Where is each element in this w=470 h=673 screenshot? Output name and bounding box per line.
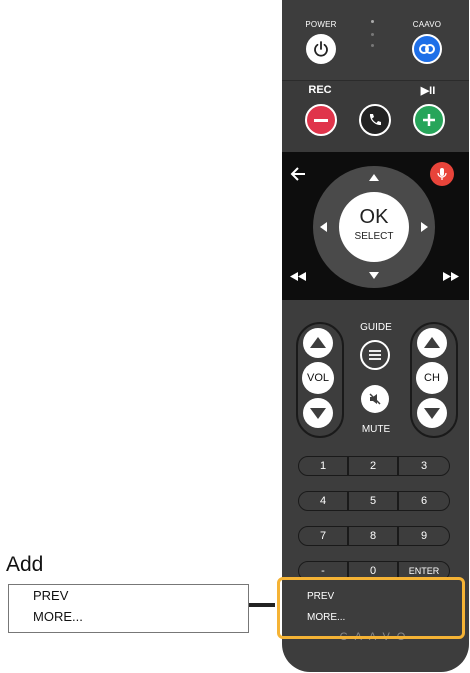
key-1[interactable]: 1	[298, 456, 348, 476]
status-light	[371, 44, 374, 47]
key-6[interactable]: 6	[398, 491, 450, 511]
volume-down-button[interactable]	[303, 398, 333, 428]
minus-icon	[314, 118, 328, 122]
selection-highlight	[277, 577, 465, 639]
up-triangle-icon	[310, 337, 326, 348]
mute-button[interactable]	[361, 385, 389, 413]
key-4[interactable]: 4	[298, 491, 348, 511]
caavo-button[interactable]	[412, 34, 442, 64]
add-button[interactable]	[413, 104, 445, 136]
channel-up-button[interactable]	[417, 328, 447, 358]
back-arrow-icon[interactable]	[289, 166, 307, 182]
mute-label: MUTE	[361, 424, 391, 435]
voice-button[interactable]	[430, 162, 454, 186]
power-button[interactable]	[306, 34, 336, 64]
add-panel-list: PREV MORE...	[8, 584, 249, 633]
plus-icon	[423, 114, 435, 126]
select-label: SELECT	[354, 231, 394, 242]
vol-label: VOL	[302, 362, 334, 394]
down-arrow-icon[interactable]	[369, 272, 379, 279]
phone-icon	[369, 114, 381, 126]
status-light	[371, 20, 374, 23]
guide-label: GUIDE	[360, 322, 392, 333]
microphone-icon	[437, 168, 447, 180]
power-label: POWER	[305, 20, 337, 29]
channel-down-button[interactable]	[417, 398, 447, 428]
fast-forward-icon[interactable]	[443, 272, 459, 281]
power-icon	[314, 41, 328, 57]
up-arrow-icon[interactable]	[369, 174, 379, 181]
phone-button[interactable]	[359, 104, 391, 136]
add-item-prev[interactable]: PREV	[33, 588, 68, 603]
menu-icon	[369, 350, 381, 360]
down-triangle-icon	[424, 408, 440, 419]
key-3[interactable]: 3	[398, 456, 450, 476]
play-pause-icon: ▶II	[420, 85, 436, 97]
rec-button[interactable]	[305, 104, 337, 136]
add-item-more[interactable]: MORE...	[33, 609, 83, 624]
ch-label: CH	[416, 362, 448, 394]
key-5[interactable]: 5	[348, 491, 398, 511]
right-arrow-icon[interactable]	[421, 222, 428, 232]
caavo-label: CAAVO	[412, 20, 442, 29]
rec-label: REC	[308, 84, 332, 96]
ok-select-button[interactable]: OK SELECT	[339, 192, 409, 262]
rewind-icon[interactable]	[290, 272, 306, 281]
key-9[interactable]: 9	[398, 526, 450, 546]
key-8[interactable]: 8	[348, 526, 398, 546]
volume-up-button[interactable]	[303, 328, 333, 358]
down-triangle-icon	[310, 408, 326, 419]
key-7[interactable]: 7	[298, 526, 348, 546]
guide-button[interactable]	[360, 340, 390, 370]
mute-icon	[369, 393, 381, 405]
ok-label: OK	[359, 206, 389, 228]
connector-line	[249, 603, 275, 607]
add-panel-title: Add	[6, 553, 44, 576]
remote-control: POWER CAAVO REC ▶II OK SELECT VOL GUIDE …	[282, 0, 470, 673]
left-arrow-icon[interactable]	[320, 222, 327, 232]
up-triangle-icon	[424, 337, 440, 348]
key-2[interactable]: 2	[348, 456, 398, 476]
status-light	[371, 33, 374, 36]
caavo-logo-icon	[419, 44, 435, 54]
